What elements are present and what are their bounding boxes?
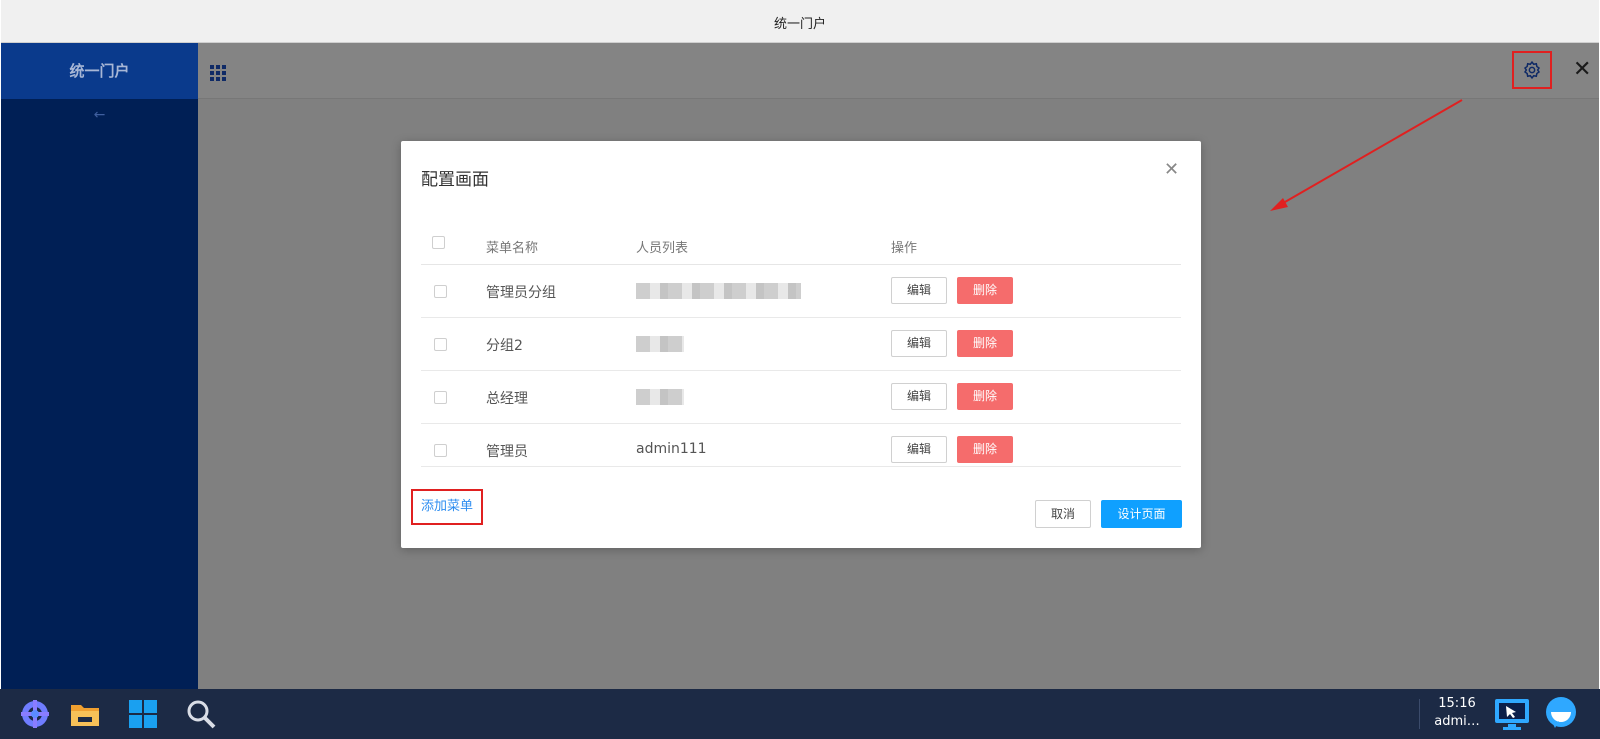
clock-user: admi… bbox=[1434, 714, 1480, 729]
row-checkbox[interactable] bbox=[434, 391, 447, 404]
back-arrow-icon[interactable]: ← bbox=[1, 107, 198, 123]
delete-button[interactable]: 删除 bbox=[957, 330, 1013, 357]
column-header-actions: 操作 bbox=[891, 241, 918, 256]
menu-table: 菜单名称 人员列表 操作 管理员分组 编辑 删除 分组2 编辑 删除 总经理 编… bbox=[421, 221, 1181, 467]
settings-button[interactable] bbox=[1512, 51, 1552, 89]
clock-time: 15:16 bbox=[1438, 696, 1476, 711]
column-header-name: 菜单名称 bbox=[486, 241, 539, 256]
delete-button[interactable]: 删除 bbox=[957, 277, 1013, 304]
edit-button[interactable]: 编辑 bbox=[891, 383, 947, 410]
table-row: 分组2 编辑 删除 bbox=[421, 318, 1181, 371]
delete-button[interactable]: 删除 bbox=[957, 383, 1013, 410]
close-icon[interactable]: ✕ bbox=[1573, 57, 1591, 83]
cancel-button[interactable]: 取消 bbox=[1035, 500, 1091, 528]
windows-icon[interactable] bbox=[126, 697, 160, 731]
edit-button[interactable]: 编辑 bbox=[891, 330, 947, 357]
table-row: 管理员分组 编辑 删除 bbox=[421, 265, 1181, 318]
top-bar: ✕ bbox=[198, 43, 1599, 99]
sidebar: 统一门户 ← bbox=[1, 43, 198, 689]
taskbar-separator bbox=[1419, 699, 1420, 729]
redacted-users bbox=[636, 389, 684, 405]
title-bar: 统一门户 bbox=[1, 0, 1599, 43]
redacted-users bbox=[636, 283, 801, 299]
file-manager-icon[interactable] bbox=[68, 697, 102, 731]
app-launcher-icon[interactable] bbox=[18, 697, 52, 731]
window-title: 统一门户 bbox=[773, 17, 826, 32]
system-clock[interactable]: 15:16 admi… bbox=[1427, 695, 1487, 731]
chat-icon[interactable] bbox=[1542, 697, 1580, 731]
config-dialog: 配置画面 ✕ 菜单名称 人员列表 操作 管理员分组 编辑 删除 分组2 编辑 删… bbox=[401, 141, 1201, 548]
dialog-close-icon[interactable]: ✕ bbox=[1164, 159, 1179, 180]
menu-name: 管理员 bbox=[486, 444, 528, 460]
redacted-users bbox=[636, 336, 684, 352]
menu-name: 管理员分组 bbox=[486, 285, 556, 301]
gear-icon bbox=[1523, 60, 1541, 80]
search-icon[interactable] bbox=[184, 697, 218, 731]
row-checkbox[interactable] bbox=[434, 338, 447, 351]
table-row: 管理员 admin111 编辑 删除 bbox=[421, 424, 1181, 467]
dialog-title: 配置画面 bbox=[421, 170, 489, 190]
row-checkbox[interactable] bbox=[434, 285, 447, 298]
select-all-checkbox[interactable] bbox=[432, 236, 445, 249]
table-header: 菜单名称 人员列表 操作 bbox=[421, 221, 1181, 265]
table-row: 总经理 编辑 删除 bbox=[421, 371, 1181, 424]
sidebar-logo: 统一门户 bbox=[1, 43, 198, 99]
delete-button[interactable]: 删除 bbox=[957, 436, 1013, 463]
add-menu-link[interactable]: 添加菜单 bbox=[411, 489, 483, 525]
taskbar: 15:16 admi… bbox=[0, 689, 1600, 739]
design-page-button[interactable]: 设计页面 bbox=[1101, 500, 1182, 528]
menu-name: 总经理 bbox=[486, 391, 528, 407]
remote-desktop-icon[interactable] bbox=[1493, 697, 1531, 731]
column-header-users: 人员列表 bbox=[636, 241, 689, 256]
edit-button[interactable]: 编辑 bbox=[891, 277, 947, 304]
edit-button[interactable]: 编辑 bbox=[891, 436, 947, 463]
app-window: 统一门户 统一门户 ← ✕ 配置画面 ✕ 菜单名称 人员列表 操作 管理员分组 … bbox=[0, 0, 1600, 739]
grid-icon[interactable] bbox=[210, 65, 226, 81]
row-checkbox[interactable] bbox=[434, 444, 447, 457]
menu-users: admin111 bbox=[636, 441, 707, 457]
menu-name: 分组2 bbox=[486, 338, 523, 354]
